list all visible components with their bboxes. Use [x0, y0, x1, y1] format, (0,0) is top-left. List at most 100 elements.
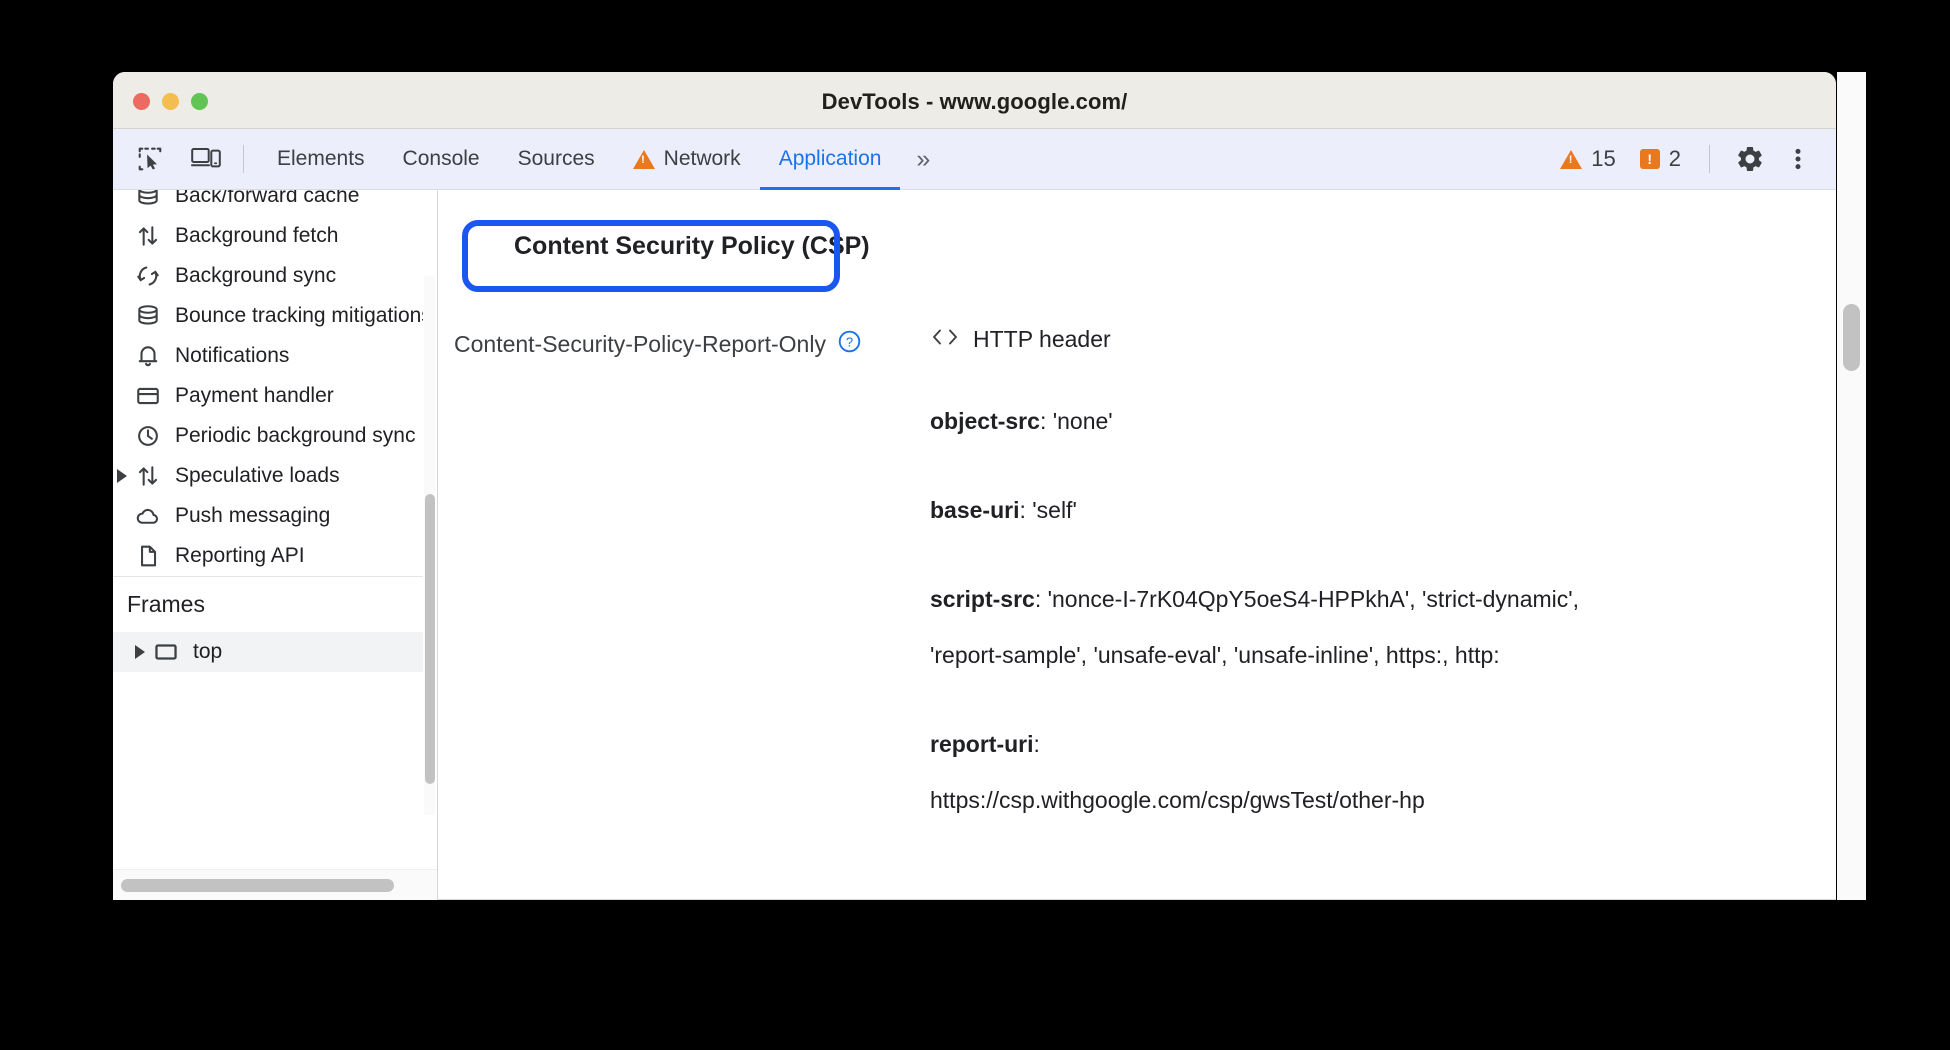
tab-label: Sources — [517, 147, 595, 170]
sidebar-item-label: top — [193, 640, 223, 663]
tab-console[interactable]: Console — [384, 129, 499, 190]
csp-source: HTTP header — [930, 326, 1836, 352]
panel-bottom-border — [438, 899, 1836, 900]
sidebar-item-label: Reporting API — [175, 544, 305, 567]
csp-directive-object-src: object-src: 'none' — [930, 408, 1113, 434]
sidebar-item-label: Push messaging — [175, 504, 331, 527]
svg-text:?: ? — [846, 334, 853, 349]
sidebar-horizontal-scrollbar[interactable] — [113, 869, 437, 900]
devtools-window: DevTools - www.google.com/ Elements Cons… — [113, 72, 1836, 900]
csp-directive-row: object-src: 'none' base-uri: 'self' scri… — [438, 360, 1836, 828]
sidebar-vertical-scrollbar-thumb[interactable] — [425, 494, 435, 784]
more-tabs-button[interactable]: » — [900, 145, 943, 174]
sidebar-item-label: Notifications — [175, 344, 290, 367]
sync-arrows-icon — [131, 463, 165, 489]
window-title: DevTools - www.google.com/ — [821, 89, 1128, 114]
tab-sources[interactable]: Sources — [499, 129, 614, 190]
sidebar-vertical-scrollbar[interactable] — [424, 276, 435, 815]
window-titlebar: DevTools - www.google.com/ — [113, 72, 1836, 129]
directive-name: report-uri — [930, 731, 1034, 757]
devtools-body: Back/forward cache Background fetch Back… — [113, 190, 1836, 900]
csp-policy-label-col: Content-Security-Policy-Report-Only ? — [454, 326, 930, 360]
sidebar-item-label: Bounce tracking mitigations — [175, 304, 423, 327]
error-count[interactable]: ! 2 — [1630, 146, 1691, 172]
devtools-tabbar: Elements Console Sources Network Applica… — [113, 129, 1836, 190]
application-sidebar: Back/forward cache Background fetch Back… — [113, 190, 438, 900]
sidebar-item-label: Back/forward cache — [175, 190, 360, 207]
directive-value: 'none' — [1052, 408, 1113, 434]
directive-value: https://csp.withgoogle.com/csp/gwsTest/o… — [930, 787, 1425, 813]
sidebar-item-back-forward-cache[interactable]: Back/forward cache — [113, 190, 423, 216]
tab-label: Network — [663, 147, 741, 170]
warning-triangle-icon — [1560, 149, 1583, 169]
sidebar-item-bounce-tracking-mitigations[interactable]: Bounce tracking mitigations — [113, 296, 423, 336]
sync-arrows-icon — [131, 223, 165, 249]
tab-label: Application — [778, 147, 882, 170]
directive-name: script-src — [930, 586, 1035, 612]
csp-directives: object-src: 'none' base-uri: 'self' scri… — [930, 360, 1836, 828]
warning-count-value: 15 — [1591, 146, 1616, 171]
sidebar-item-reporting-api[interactable]: Reporting API — [113, 536, 423, 576]
page-title: Content Security Policy (CSP) — [514, 232, 870, 260]
database-icon — [131, 190, 165, 209]
kebab-menu-icon[interactable] — [1776, 137, 1820, 181]
sidebar-item-label: Payment handler — [175, 384, 334, 407]
cloud-icon — [131, 503, 165, 529]
document-icon — [131, 543, 165, 569]
tab-application[interactable]: Application — [760, 129, 901, 190]
csp-content: Content-Security-Policy-Report-Only ? HT… — [438, 326, 1836, 828]
warning-triangle-icon — [632, 149, 655, 169]
sidebar-item-push-messaging[interactable]: Push messaging — [113, 496, 423, 536]
sidebar-item-notifications[interactable]: Notifications — [113, 336, 423, 376]
gear-icon[interactable] — [1728, 137, 1772, 181]
sidebar-item-label: Background sync — [175, 264, 337, 287]
sidebar-tree: Back/forward cache Background fetch Back… — [113, 190, 423, 869]
tab-label: Console — [402, 147, 480, 170]
csp-source-label: HTTP header — [973, 325, 1111, 352]
toolbar-divider — [1709, 145, 1710, 173]
csp-source-col: HTTP header — [930, 326, 1836, 352]
sidebar-item-speculative-loads[interactable]: Speculative loads — [113, 456, 423, 496]
csp-policy-row: Content-Security-Policy-Report-Only ? HT… — [438, 326, 1836, 360]
csp-directive-report-uri: report-uri: https://csp.withgoogle.com/c… — [930, 731, 1425, 813]
warning-count[interactable]: 15 — [1550, 146, 1625, 172]
database-icon — [131, 303, 165, 329]
help-circle-icon[interactable]: ? — [837, 329, 862, 360]
directive-name: base-uri — [930, 497, 1020, 523]
page-vertical-scrollbar-thumb[interactable] — [1843, 304, 1860, 371]
inspect-element-icon[interactable] — [127, 139, 173, 179]
clock-icon — [131, 423, 165, 449]
toolbar-divider — [243, 145, 244, 173]
frame-icon — [149, 639, 183, 665]
sidebar-item-background-sync[interactable]: Background sync — [113, 256, 423, 296]
sidebar-item-periodic-background-sync[interactable]: Periodic background sync — [113, 416, 423, 456]
csp-directive-base-uri: base-uri: 'self' — [930, 497, 1077, 523]
sidebar-item-label: Periodic background sync — [175, 424, 416, 447]
credit-card-icon — [131, 383, 165, 409]
refresh-cycle-icon — [131, 263, 165, 289]
sidebar-section-frames: Frames — [113, 576, 423, 632]
tab-network[interactable]: Network — [614, 129, 760, 190]
error-square-icon: ! — [1639, 149, 1660, 169]
page-title-wrap: Content Security Policy (CSP) — [490, 218, 894, 275]
bell-icon — [131, 343, 165, 369]
error-count-value: 2 — [1668, 146, 1681, 171]
expand-triangle-icon[interactable] — [131, 643, 149, 661]
sidebar-item-label: Background fetch — [175, 224, 339, 247]
directive-name: object-src — [930, 408, 1040, 434]
csp-directive-script-src: script-src: 'nonce-I-7rK04QpY5oeS4-HPPkh… — [930, 586, 1580, 668]
csp-panel: Content Security Policy (CSP) Content-Se… — [438, 190, 1836, 900]
tabbar-right-actions: 15 ! 2 — [1550, 137, 1836, 181]
page-vertical-scrollbar[interactable] — [1837, 72, 1866, 900]
sidebar-horizontal-scrollbar-thumb[interactable] — [121, 879, 394, 892]
code-brackets-icon — [930, 326, 960, 352]
device-toolbar-icon[interactable] — [183, 139, 229, 179]
expand-triangle-icon[interactable] — [113, 467, 131, 485]
sidebar-item-frame-top[interactable]: top — [113, 632, 423, 672]
csp-policy-label: Content-Security-Policy-Report-Only — [454, 331, 826, 357]
tab-elements[interactable]: Elements — [258, 129, 384, 190]
directive-value: 'self' — [1032, 497, 1077, 523]
sidebar-item-payment-handler[interactable]: Payment handler — [113, 376, 423, 416]
sidebar-item-background-fetch[interactable]: Background fetch — [113, 216, 423, 256]
tab-label: Elements — [277, 147, 365, 170]
